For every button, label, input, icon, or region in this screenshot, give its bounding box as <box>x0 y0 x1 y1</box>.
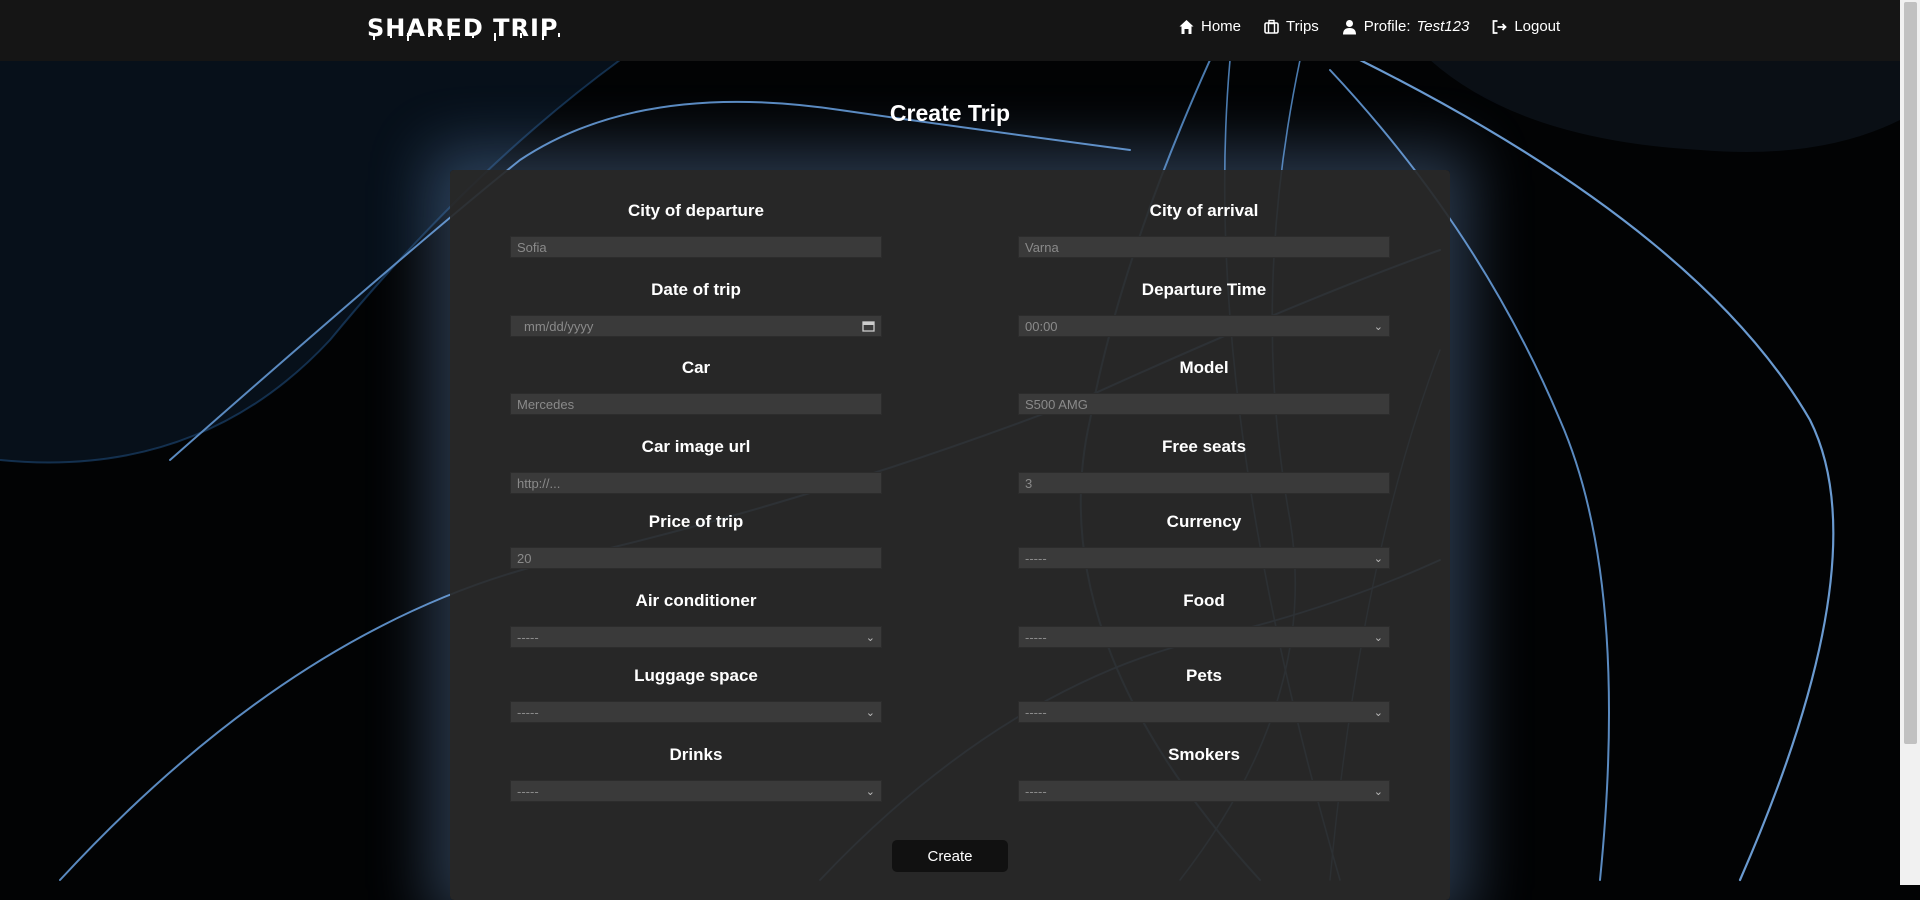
field-label: Drinks <box>669 745 723 764</box>
drinks-select[interactable]: ----- ⌄ <box>510 780 882 802</box>
nav-logout[interactable]: Logout <box>1491 18 1560 35</box>
price-of-trip-input[interactable]: 20 <box>510 547 882 569</box>
field-label: Free seats <box>1161 437 1247 456</box>
user-icon <box>1342 19 1356 34</box>
chevron-down-icon: ⌄ <box>1373 785 1383 798</box>
select-value: 00:00 <box>1025 318 1058 334</box>
home-icon <box>1179 19 1194 34</box>
field-label: Air conditioner <box>635 591 757 610</box>
field-date-of-trip: Date of trip mm/dd/yyyy <box>510 279 882 337</box>
create-trip-form: City of departure Sofia City of arrival … <box>450 170 1450 900</box>
field-car-image-url: Car image url http://... <box>510 436 882 494</box>
top-navbar: SHARED TRIP Home Trips Profile: Test123 … <box>0 0 1900 61</box>
field-label: Smokers <box>1168 745 1240 764</box>
page-scrollbar[interactable] <box>1900 0 1920 885</box>
field-drinks: Drinks ----- ⌄ <box>510 744 882 802</box>
model-input[interactable]: S500 AMG <box>1018 393 1390 415</box>
field-departure-time: Departure Time 00:00 ⌄ <box>1018 279 1390 337</box>
food-select[interactable]: ----- ⌄ <box>1018 626 1390 648</box>
field-city-of-departure: City of departure Sofia <box>510 200 882 258</box>
scrollbar-thumb[interactable] <box>1904 2 1917 744</box>
input-placeholder: 3 <box>1025 475 1033 491</box>
select-value: ----- <box>1025 704 1047 720</box>
smokers-select[interactable]: ----- ⌄ <box>1018 780 1390 802</box>
field-label: City of arrival <box>1149 201 1259 220</box>
field-model: Model S500 AMG <box>1018 357 1390 415</box>
logout-icon <box>1492 19 1508 34</box>
page-title: Create Trip <box>889 100 1011 126</box>
car-input[interactable]: Mercedes <box>510 393 882 415</box>
input-placeholder: mm/dd/yyyy <box>524 318 594 334</box>
calendar-icon[interactable] <box>862 320 875 332</box>
suitcase-icon <box>1264 19 1279 34</box>
field-label: Food <box>1183 591 1225 610</box>
field-label: Pets <box>1186 666 1222 685</box>
input-placeholder: Mercedes <box>517 396 575 412</box>
field-label: Price of trip <box>648 512 744 531</box>
city-of-arrival-input[interactable]: Varna <box>1018 236 1390 258</box>
field-pets: Pets ----- ⌄ <box>1018 665 1390 723</box>
field-label: Departure Time <box>1141 280 1267 299</box>
select-value: ----- <box>1025 629 1047 645</box>
field-city-of-arrival: City of arrival Varna <box>1018 200 1390 258</box>
field-luggage-space: Luggage space ----- ⌄ <box>510 665 882 723</box>
field-food: Food ----- ⌄ <box>1018 590 1390 648</box>
select-value: ----- <box>517 704 539 720</box>
select-value: ----- <box>1025 550 1047 566</box>
select-value: ----- <box>517 783 539 799</box>
input-placeholder: http://... <box>517 475 561 491</box>
logo-drips <box>373 33 560 41</box>
field-label: Car <box>681 358 711 377</box>
chevron-down-icon: ⌄ <box>1373 552 1383 565</box>
field-label: Model <box>1179 358 1229 377</box>
main-nav: Home Trips Profile: Test123 Logout <box>1178 18 1560 35</box>
field-price-of-trip: Price of trip 20 <box>510 511 882 569</box>
nav-home[interactable]: Home <box>1178 18 1241 35</box>
field-smokers: Smokers ----- ⌄ <box>1018 744 1390 802</box>
free-seats-input[interactable]: 3 <box>1018 472 1390 494</box>
select-value: ----- <box>517 629 539 645</box>
field-label: Date of trip <box>651 280 741 299</box>
create-button[interactable]: Create <box>892 840 1008 872</box>
luggage-space-select[interactable]: ----- ⌄ <box>510 701 882 723</box>
field-label: City of departure <box>627 201 765 220</box>
nav-trips-label: Trips <box>1286 18 1319 35</box>
chevron-down-icon: ⌄ <box>865 706 875 719</box>
nav-trips[interactable]: Trips <box>1263 18 1319 35</box>
field-label: Car image url <box>641 437 751 456</box>
field-air-conditioner: Air conditioner ----- ⌄ <box>510 590 882 648</box>
chevron-down-icon: ⌄ <box>865 631 875 644</box>
currency-select[interactable]: ----- ⌄ <box>1018 547 1390 569</box>
departure-time-select[interactable]: 00:00 ⌄ <box>1018 315 1390 337</box>
field-free-seats: Free seats 3 <box>1018 436 1390 494</box>
car-image-url-input[interactable]: http://... <box>510 472 882 494</box>
input-placeholder: Sofia <box>517 239 547 255</box>
chevron-down-icon: ⌄ <box>865 785 875 798</box>
chevron-down-icon: ⌄ <box>1373 320 1383 333</box>
input-placeholder: S500 AMG <box>1025 396 1088 412</box>
nav-home-label: Home <box>1201 18 1242 35</box>
field-currency: Currency ----- ⌄ <box>1018 511 1390 569</box>
nav-logout-label: Logout <box>1514 18 1561 35</box>
input-placeholder: Varna <box>1025 239 1059 255</box>
chevron-down-icon: ⌄ <box>1373 631 1383 644</box>
air-conditioner-select[interactable]: ----- ⌄ <box>510 626 882 648</box>
date-of-trip-input[interactable]: mm/dd/yyyy <box>510 315 882 337</box>
nav-profile-username: Test123 <box>1416 18 1470 35</box>
field-label: Currency <box>1166 512 1242 531</box>
city-of-departure-input[interactable]: Sofia <box>510 236 882 258</box>
field-car: Car Mercedes <box>510 357 882 415</box>
pets-select[interactable]: ----- ⌄ <box>1018 701 1390 723</box>
field-label: Luggage space <box>634 666 758 685</box>
nav-profile-label: Profile: <box>1363 18 1411 35</box>
chevron-down-icon: ⌄ <box>1373 706 1383 719</box>
input-placeholder: 20 <box>517 550 532 566</box>
select-value: ----- <box>1025 783 1047 799</box>
nav-profile[interactable]: Profile: Test123 <box>1341 18 1470 35</box>
